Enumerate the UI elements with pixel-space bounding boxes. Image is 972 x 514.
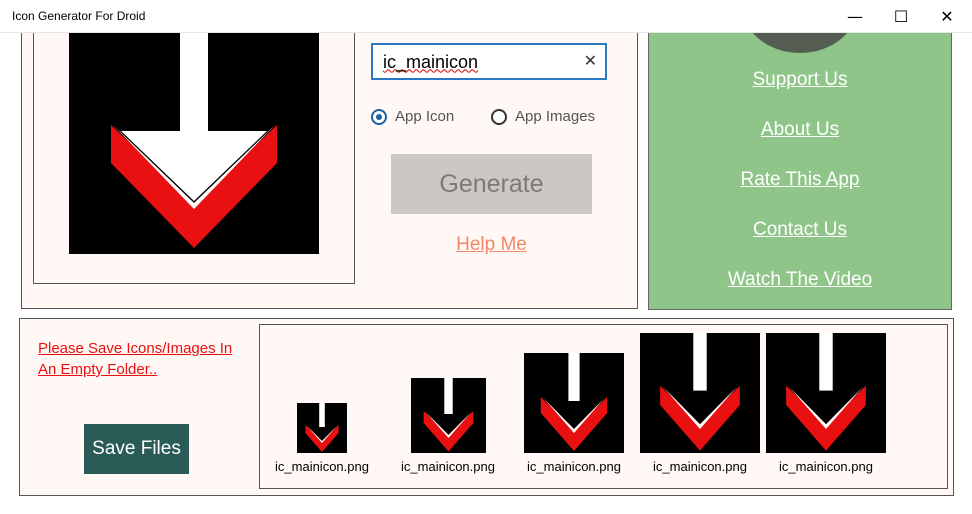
close-button[interactable]: ✕ bbox=[924, 0, 970, 32]
down-arrow-icon bbox=[766, 333, 886, 453]
radio-checked-icon bbox=[371, 108, 387, 125]
radio-app-images[interactable]: App Images bbox=[491, 108, 595, 125]
icon-name-input[interactable] bbox=[383, 50, 573, 74]
save-files-button[interactable]: Save Files bbox=[84, 424, 189, 474]
support-link[interactable]: Support Us bbox=[649, 69, 951, 91]
file-name-label: ic_mainicon.png bbox=[653, 459, 747, 474]
preview-frame bbox=[33, 33, 355, 284]
save-warning-text: Please Save Icons/Images In An Empty Fol… bbox=[38, 340, 233, 378]
generated-icons-frame: ic_mainicon.png ic_mainicon.png ic_maini… bbox=[259, 324, 948, 489]
avatar bbox=[741, 33, 859, 53]
close-icon[interactable]: ✕ bbox=[584, 51, 597, 70]
minimize-button[interactable]: — bbox=[832, 0, 878, 32]
rate-link[interactable]: Rate This App bbox=[649, 169, 951, 191]
video-link[interactable]: Watch The Video bbox=[649, 269, 951, 291]
about-link[interactable]: About Us bbox=[649, 119, 951, 141]
title-bar: Icon Generator For Droid — ☐ ✕ bbox=[0, 0, 972, 33]
contact-link[interactable]: Contact Us bbox=[649, 219, 951, 241]
down-arrow-icon bbox=[640, 333, 760, 453]
radio-app-icon[interactable]: App Icon bbox=[371, 108, 454, 125]
file-name-label: ic_mainicon.png bbox=[527, 459, 621, 474]
output-panel: Please Save Icons/Images In An Empty Fol… bbox=[19, 318, 954, 496]
links-panel: Support Us About Us Rate This App Contac… bbox=[648, 33, 952, 310]
close-icon: ✕ bbox=[940, 6, 954, 26]
maximize-icon: ☐ bbox=[893, 6, 909, 26]
radio-app-images-label: App Images bbox=[515, 108, 596, 125]
down-arrow-icon bbox=[411, 378, 486, 453]
file-name-label: ic_mainicon.png bbox=[401, 459, 495, 474]
icon-name-field[interactable]: ✕ bbox=[371, 43, 607, 80]
generate-button[interactable]: Generate bbox=[391, 154, 592, 214]
radio-unchecked-icon bbox=[491, 108, 507, 125]
window-title: Icon Generator For Droid bbox=[12, 9, 146, 23]
maximize-button[interactable]: ☐ bbox=[878, 0, 924, 32]
file-name-label: ic_mainicon.png bbox=[779, 459, 873, 474]
down-arrow-icon bbox=[297, 403, 347, 453]
down-arrow-icon bbox=[69, 33, 319, 254]
file-name-label: ic_mainicon.png bbox=[275, 459, 369, 474]
minimize-icon: — bbox=[847, 6, 863, 26]
down-arrow-icon bbox=[524, 353, 624, 453]
radio-app-icon-label: App Icon bbox=[395, 108, 455, 125]
help-link[interactable]: Help Me bbox=[391, 234, 592, 256]
generator-panel: ✕ App Icon App Images Generate Help Me bbox=[21, 33, 638, 309]
